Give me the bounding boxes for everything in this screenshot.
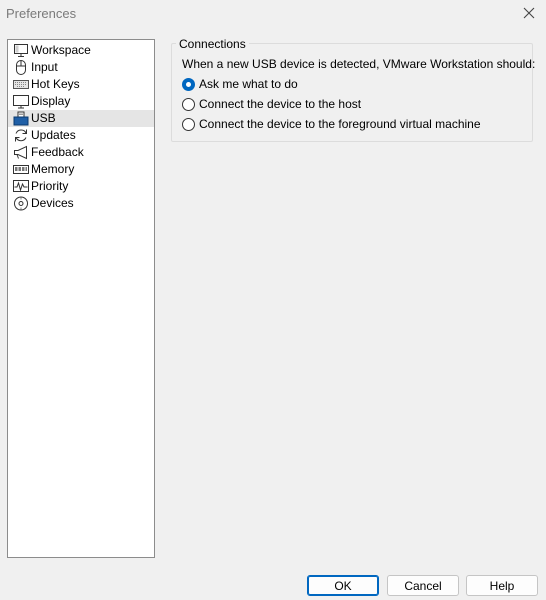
nav-item-input[interactable]: Input	[8, 59, 154, 76]
megaphone-icon	[13, 145, 29, 160]
radio-label: Connect the device to the foreground vir…	[199, 117, 481, 131]
radio-button-checked[interactable]	[182, 77, 195, 91]
nav-label: USB	[31, 111, 56, 125]
nav-item-hot-keys[interactable]: Hot Keys	[8, 76, 154, 93]
refresh-icon	[13, 128, 29, 143]
cancel-button[interactable]: Cancel	[387, 575, 459, 596]
nav-item-updates[interactable]: Updates	[8, 127, 154, 144]
radio-label: Connect the device to the host	[199, 97, 362, 111]
nav-item-memory[interactable]: Memory	[8, 161, 154, 178]
nav-item-devices[interactable]: Devices	[8, 195, 154, 212]
nav-label: Memory	[31, 162, 75, 176]
close-button[interactable]	[518, 3, 540, 23]
radio-label: Ask me what to do	[199, 77, 298, 91]
connections-legend: Connections	[176, 38, 249, 50]
radio-button[interactable]	[182, 97, 195, 111]
nav-item-workspace[interactable]: Workspace	[8, 42, 154, 59]
keyboard-icon	[13, 77, 29, 92]
nav-label: Display	[31, 94, 71, 108]
preferences-dialog: Preferences Workspace Input Hot Keys Dis…	[0, 0, 546, 600]
usb-icon	[13, 111, 29, 126]
ok-button[interactable]: OK	[307, 575, 379, 596]
nav-item-display[interactable]: Display	[8, 93, 154, 110]
radio-ask-me[interactable]: Ask me what to do	[182, 77, 298, 91]
nav-label: Priority	[31, 179, 69, 193]
nav-item-priority[interactable]: Priority	[8, 178, 154, 195]
radio-connect-foreground-vm[interactable]: Connect the device to the foreground vir…	[182, 117, 481, 131]
nav-label: Updates	[31, 128, 76, 142]
help-button[interactable]: Help	[466, 575, 538, 596]
nav-item-usb[interactable]: USB	[8, 110, 154, 127]
workspace-icon	[13, 43, 29, 58]
nav-label: Workspace	[31, 43, 91, 57]
category-list[interactable]: Workspace Input Hot Keys Display USB Upd…	[7, 39, 155, 558]
radio-connect-host[interactable]: Connect the device to the host	[182, 97, 361, 111]
pulse-icon	[13, 179, 29, 194]
memory-icon	[13, 162, 29, 177]
nav-label: Hot Keys	[31, 77, 80, 91]
radio-button[interactable]	[182, 117, 195, 131]
nav-label: Feedback	[31, 145, 84, 159]
window-title: Preferences	[6, 6, 77, 21]
close-icon	[523, 7, 535, 19]
nav-item-feedback[interactable]: Feedback	[8, 144, 154, 161]
usb-detect-prompt: When a new USB device is detected, VMwar…	[182, 57, 536, 71]
title-bar: Preferences	[0, 0, 546, 28]
connections-group: Connections When a new USB device is det…	[171, 38, 536, 142]
nav-label: Devices	[31, 196, 74, 210]
monitor-icon	[13, 94, 29, 109]
mouse-icon	[13, 60, 29, 75]
nav-label: Input	[31, 60, 58, 74]
devices-icon	[13, 196, 29, 211]
